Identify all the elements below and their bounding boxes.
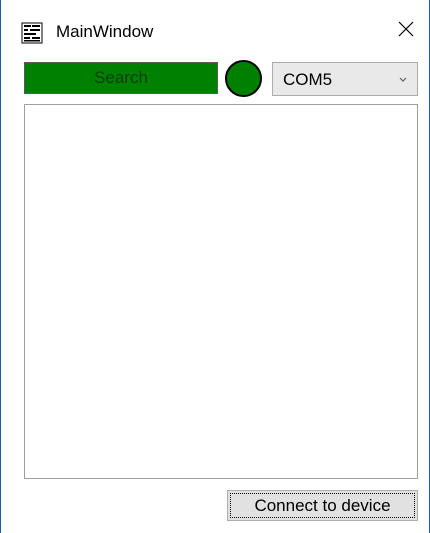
main-window: MainWindow Search COM5 Connect to device [0,0,430,533]
title-bar[interactable]: MainWindow [1,0,429,62]
client-area: Search COM5 Connect to device [9,56,421,526]
app-window-icon [21,22,43,44]
close-icon [398,21,414,42]
output-textbox[interactable] [24,104,418,479]
window-title: MainWindow [56,22,154,41]
connect-to-device-button[interactable]: Connect to device [227,490,418,521]
connect-button-label: Connect to device [254,495,391,515]
search-button-label: Search [94,68,148,87]
close-button[interactable] [383,8,429,54]
search-button[interactable]: Search [24,62,218,94]
port-select[interactable]: COM5 [272,62,418,96]
chevron-down-icon [397,73,409,85]
connection-status-indicator [225,60,262,97]
port-select-value: COM5 [283,70,333,89]
